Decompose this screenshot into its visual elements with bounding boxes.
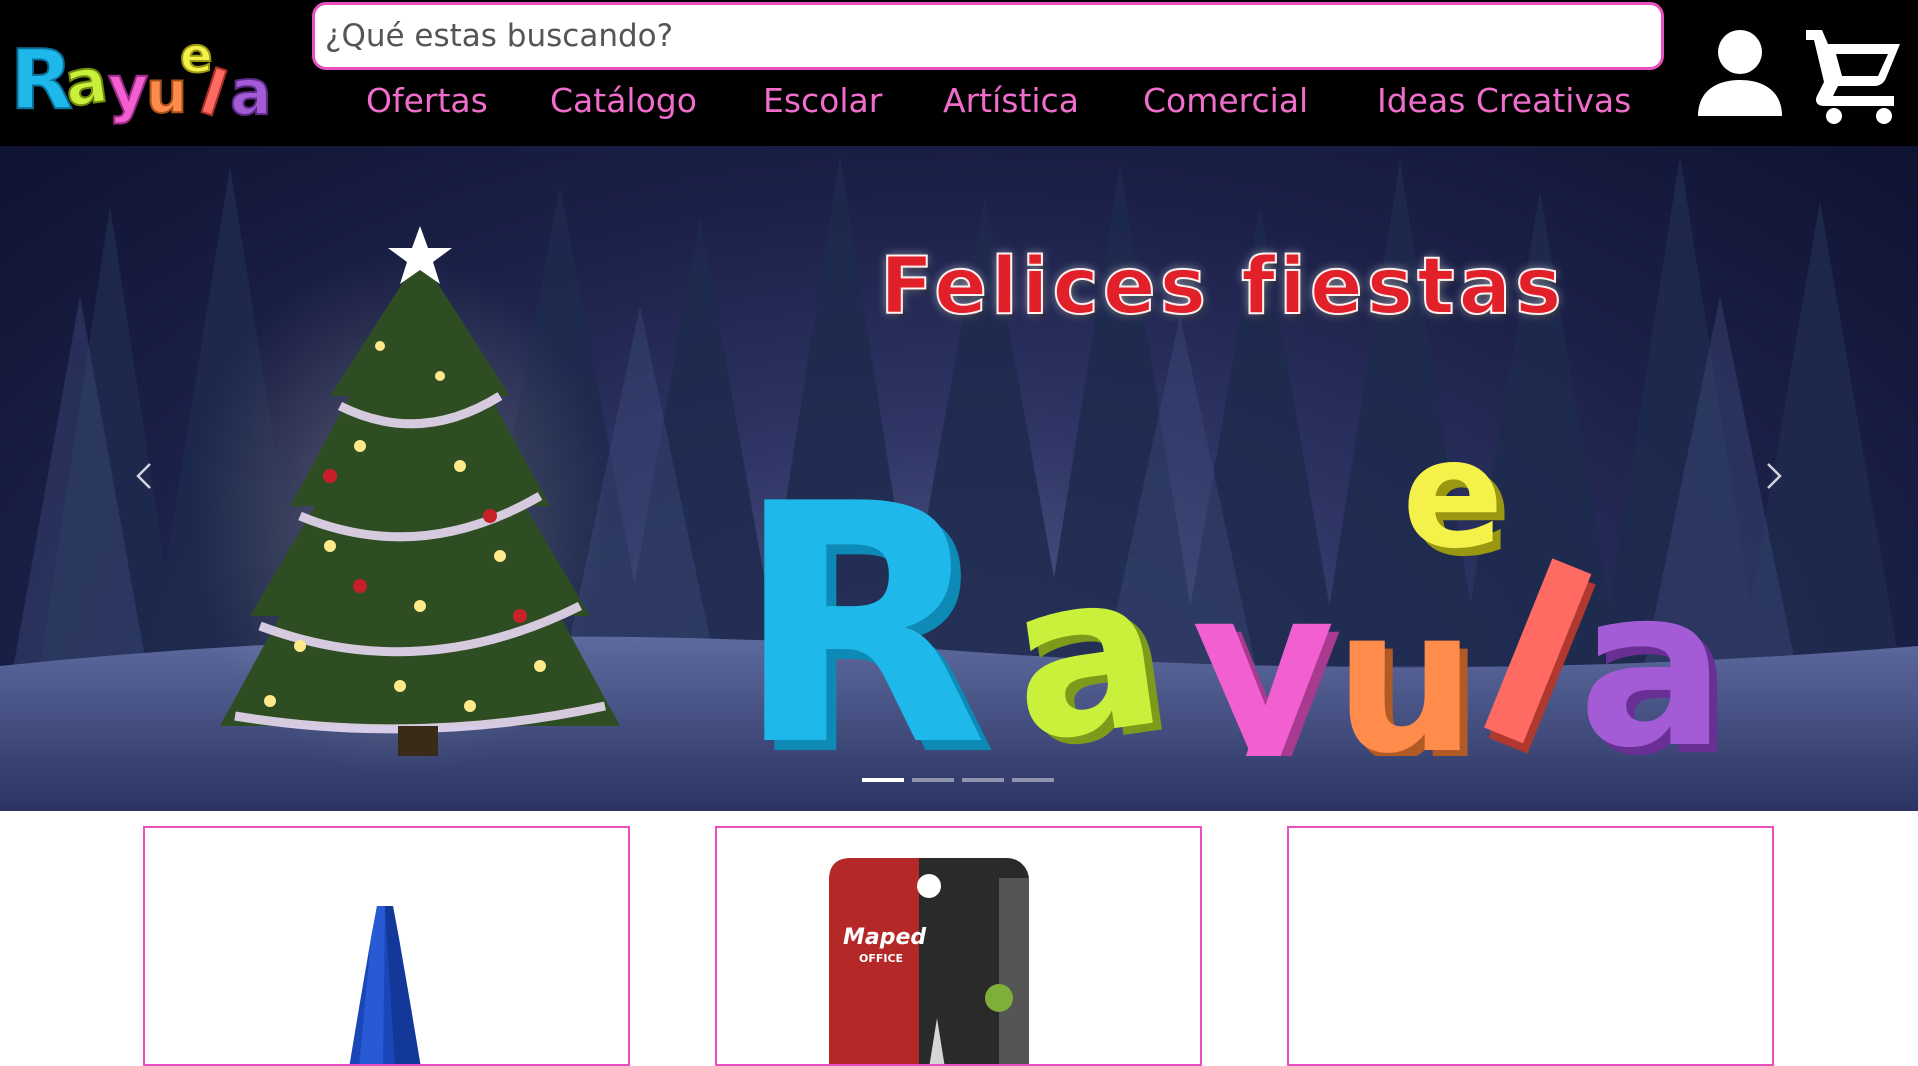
cart-icon[interactable] xyxy=(1802,22,1906,124)
product-card-3[interactable] xyxy=(1287,826,1774,1066)
hero-title: Felices fiestas xyxy=(879,241,1566,333)
product-card-1[interactable] xyxy=(143,826,630,1066)
svg-text:e: e xyxy=(1402,408,1504,582)
svg-text:a: a xyxy=(1578,540,1726,756)
carousel-dot-2[interactable] xyxy=(912,778,954,782)
nav-item-catalogo[interactable]: Catálogo xyxy=(550,74,697,128)
carousel-indicators xyxy=(862,778,1062,786)
search-box xyxy=(312,2,1664,70)
carousel-dot-4[interactable] xyxy=(1012,778,1054,782)
maped-brand-text: Maped xyxy=(843,925,926,950)
user-icon[interactable] xyxy=(1694,28,1786,120)
carousel-next-button[interactable] xyxy=(1754,446,1794,506)
chevron-left-icon xyxy=(136,463,151,489)
carousel-prev-button[interactable] xyxy=(124,446,164,506)
nav-item-artistica[interactable]: Artística xyxy=(943,74,1079,128)
site-header: R a y u e l a Ofertas Catálogo Escolar A… xyxy=(0,0,1918,146)
product-card-2[interactable]: Maped OFFICE xyxy=(715,826,1202,1066)
maped-office-scissors-image: Maped OFFICE xyxy=(829,858,1029,1064)
hero-carousel: Felices fiestas R R a a y y u u e e l l … xyxy=(0,146,1918,811)
carousel-dot-1[interactable] xyxy=(862,778,904,782)
nav-item-comercial[interactable]: Comercial xyxy=(1143,74,1308,128)
search-input[interactable] xyxy=(323,5,1661,67)
svg-text:u: u xyxy=(1334,565,1476,756)
blue-pencil-sharpener-image xyxy=(349,906,421,1064)
hero-brand-logo: R R a a y y u u e e l l a a xyxy=(730,406,1790,756)
main-nav: Ofertas Catálogo Escolar Artística Comer… xyxy=(0,74,1918,128)
maped-sub-text: OFFICE xyxy=(859,952,903,965)
nav-item-ideas-creativas[interactable]: Ideas Creativas xyxy=(1377,74,1631,128)
nav-item-escolar[interactable]: Escolar xyxy=(763,74,882,128)
carousel-dot-3[interactable] xyxy=(962,778,1004,782)
chevron-right-icon xyxy=(1767,463,1782,489)
svg-text:y: y xyxy=(1192,540,1335,756)
svg-text:R: R xyxy=(734,434,988,756)
nav-item-ofertas[interactable]: Ofertas xyxy=(366,74,488,128)
